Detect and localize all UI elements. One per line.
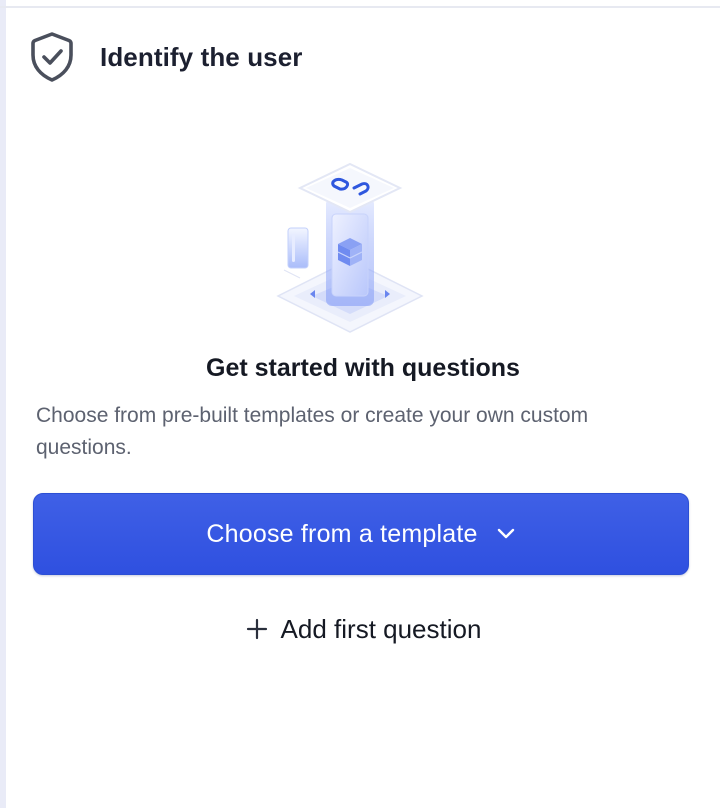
panel-left-border [0, 0, 6, 808]
panel-top-divider [0, 6, 720, 8]
add-first-question-button[interactable]: Add first question [0, 604, 720, 654]
panel-title: Identify the user [100, 41, 303, 72]
add-first-question-label: Add first question [280, 613, 482, 644]
choose-template-button[interactable]: Choose from a template [33, 493, 689, 575]
shield-check-icon [28, 30, 76, 84]
chevron-down-icon [496, 524, 516, 544]
empty-state-description: Choose from pre-built templates or creat… [36, 404, 589, 459]
choose-template-label: Choose from a template [206, 519, 478, 548]
plus-icon [245, 617, 269, 641]
panel-header: Identify the user [28, 30, 303, 84]
empty-state-heading: Get started with questions [206, 354, 520, 382]
questions-illustration [270, 158, 430, 338]
identify-user-panel: Identify the user Get started with quest… [0, 0, 720, 808]
